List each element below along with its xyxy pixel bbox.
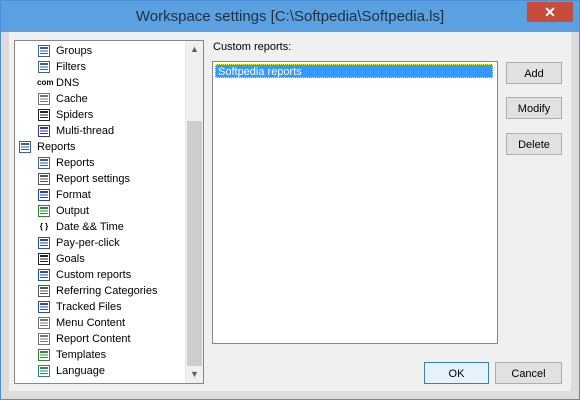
templates-icon bbox=[37, 348, 51, 362]
braces-icon: { } bbox=[39, 222, 49, 232]
custom-reports-icon bbox=[37, 268, 51, 282]
tree-item-label: Reports bbox=[37, 141, 76, 154]
reports-folder-icon bbox=[18, 140, 32, 154]
tree-item[interactable]: Filters bbox=[37, 59, 86, 75]
cache-icon bbox=[37, 92, 51, 106]
custom-reports-list[interactable]: Softpedia reports bbox=[212, 61, 498, 344]
tree-item-label: Cache bbox=[56, 93, 88, 106]
close-button[interactable]: ✕ bbox=[527, 2, 573, 22]
tree-item[interactable]: Multi-thread bbox=[37, 123, 114, 139]
tree-item[interactable]: Format bbox=[37, 187, 91, 203]
pay-per-click-icon bbox=[37, 236, 51, 250]
tree-item[interactable]: Custom reports bbox=[37, 267, 131, 283]
list-item[interactable]: Softpedia reports bbox=[215, 64, 493, 78]
tree-item-label: Report settings bbox=[56, 173, 130, 186]
tree-item[interactable]: Report Content bbox=[37, 331, 131, 347]
groups-icon bbox=[37, 44, 51, 58]
tree-item-label: Filters bbox=[56, 61, 86, 74]
tree-item[interactable]: Cache bbox=[37, 91, 88, 107]
spider-icon bbox=[37, 108, 51, 122]
output-icon bbox=[37, 204, 51, 218]
tree-item[interactable]: Reports bbox=[18, 139, 76, 155]
dns-icon: com bbox=[37, 78, 54, 88]
tree-item-label: Referring Categories bbox=[56, 285, 158, 298]
tree-item-label: Language bbox=[56, 365, 105, 378]
scroll-thumb[interactable] bbox=[187, 121, 202, 366]
tree-item-label: Groups bbox=[56, 45, 93, 58]
tree-item[interactable]: Pay-per-click bbox=[37, 235, 120, 251]
tree-item[interactable]: Referring Categories bbox=[37, 283, 158, 299]
tree-item[interactable]: Output bbox=[37, 203, 89, 219]
goals-icon bbox=[37, 252, 51, 266]
tree-item-label: Templates bbox=[56, 349, 107, 362]
tree-item-label: Reports bbox=[56, 157, 95, 170]
tree-item-label: Tracked Files bbox=[56, 301, 122, 314]
tree-item-label: Multi-thread bbox=[56, 125, 115, 138]
tree-item[interactable]: Report settings bbox=[37, 171, 130, 187]
scroll-down-button[interactable]: ▼ bbox=[186, 366, 203, 383]
filters-icon bbox=[37, 60, 51, 74]
tree-item-label: Goals bbox=[56, 253, 85, 266]
modify-button[interactable]: Modify bbox=[506, 97, 562, 119]
tree-item-label: Spiders bbox=[56, 109, 94, 122]
tree-item-label: Report Content bbox=[56, 333, 131, 346]
workspace-settings-window: Workspace settings [C:\Softpedia\Softped… bbox=[0, 0, 580, 400]
delete-button[interactable]: Delete bbox=[506, 133, 562, 155]
tree-scrollbar[interactable]: ▲ ▼ bbox=[185, 41, 203, 383]
reports-icon bbox=[37, 156, 51, 170]
tree-item-label: Custom reports bbox=[56, 269, 132, 282]
tree-item[interactable]: Groups bbox=[37, 43, 92, 59]
window-title: Workspace settings [C:\Softpedia\Softped… bbox=[135, 8, 445, 25]
tree-item-label: Pay-per-click bbox=[56, 237, 120, 250]
title-bar[interactable]: Workspace settings [C:\Softpedia\Softped… bbox=[1, 1, 579, 32]
format-icon bbox=[37, 188, 51, 202]
report-settings-icon bbox=[37, 172, 51, 186]
referring-categories-icon bbox=[37, 284, 51, 298]
ok-button[interactable]: OK bbox=[424, 362, 489, 384]
cancel-button[interactable]: Cancel bbox=[495, 362, 562, 384]
tree-item[interactable]: Spiders bbox=[37, 107, 93, 123]
tree-item-label: Format bbox=[56, 189, 91, 202]
tracked-files-icon bbox=[37, 300, 51, 314]
tree-item[interactable]: Menu Content bbox=[37, 315, 125, 331]
menu-content-icon bbox=[37, 316, 51, 330]
multithread-icon bbox=[37, 124, 51, 138]
tree-item[interactable]: Goals bbox=[37, 251, 85, 267]
tree-item-label: Date && Time bbox=[56, 221, 124, 234]
scroll-up-button[interactable]: ▲ bbox=[186, 41, 203, 58]
add-button[interactable]: Add bbox=[506, 62, 562, 84]
tree-item-label: Menu Content bbox=[56, 317, 126, 330]
dialog-client: ▲ ▼ Groups Filters com DNS Cache Spiders Multi… bbox=[9, 32, 571, 391]
tree-item[interactable]: { } Date && Time bbox=[37, 219, 124, 235]
tree-item[interactable]: Language bbox=[37, 363, 105, 379]
tree-item[interactable]: com DNS bbox=[37, 75, 79, 91]
globe-icon bbox=[37, 364, 51, 378]
tree-item[interactable]: Reports bbox=[37, 155, 95, 171]
report-content-icon bbox=[37, 332, 51, 346]
tree-item-label: Output bbox=[56, 205, 90, 218]
tree-item[interactable]: Tracked Files bbox=[37, 299, 122, 315]
tree-item[interactable]: Templates bbox=[37, 347, 106, 363]
tree-item-label: DNS bbox=[56, 77, 80, 90]
settings-tree[interactable]: ▲ ▼ Groups Filters com DNS Cache Spiders Multi… bbox=[14, 40, 204, 384]
custom-reports-label: Custom reports: bbox=[213, 41, 292, 53]
